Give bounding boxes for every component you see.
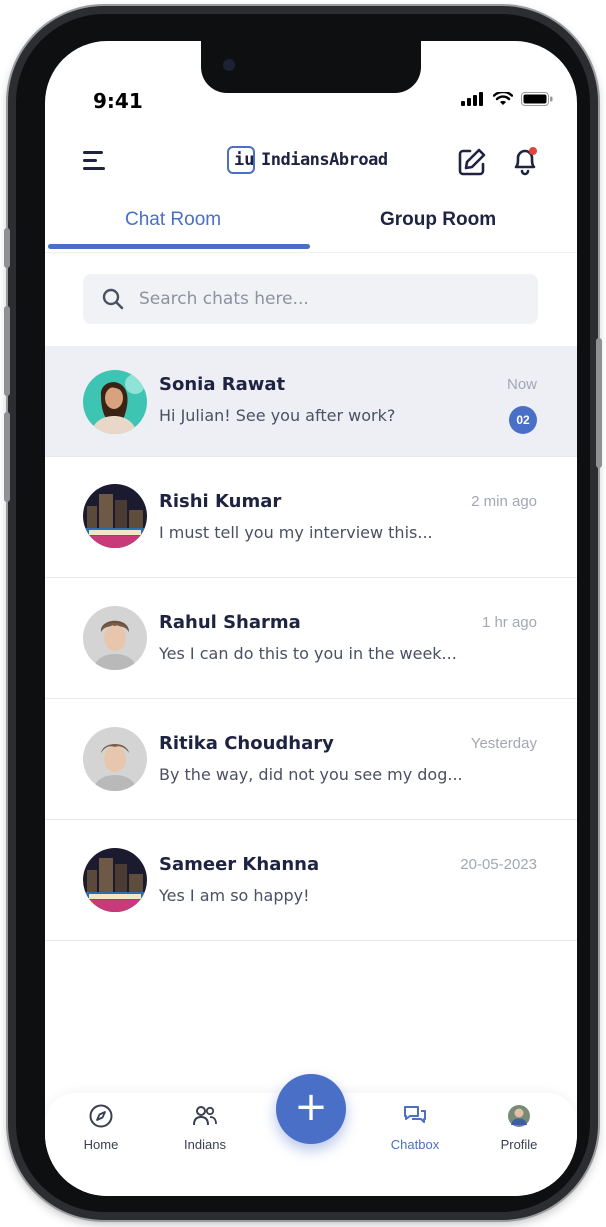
new-chat-button[interactable]: + — [276, 1074, 346, 1144]
chat-bubbles-icon — [404, 1106, 426, 1123]
people-icon — [193, 1106, 217, 1126]
chat-preview: Yes I can do this to you in the week... — [159, 644, 457, 663]
chat-time: Now — [506, 376, 537, 393]
chat-time: 1 hr ago — [481, 614, 537, 631]
compose-icon[interactable] — [457, 147, 487, 177]
profile-avatar-icon — [508, 1105, 530, 1127]
chat-list: Sonia Rawat Hi Julian! See you after wor… — [45, 346, 577, 941]
nav-home[interactable]: Home — [61, 1103, 141, 1152]
tab-chat-room[interactable]: Chat Room — [125, 209, 221, 231]
plus-icon: + — [294, 1084, 328, 1130]
app-logo: iu IndiansAbroad — [227, 146, 388, 174]
silent-switch — [4, 228, 10, 268]
nav-profile[interactable]: Profile — [479, 1103, 559, 1152]
avatar — [83, 727, 147, 791]
status-time: 9:41 — [93, 89, 143, 113]
chat-name: Sonia Rawat — [159, 374, 286, 395]
battery-icon — [521, 92, 553, 106]
chat-row[interactable]: Ritika Choudhary By the way, did not you… — [45, 699, 577, 820]
nav-label: Profile — [500, 1137, 538, 1152]
active-tab-indicator — [48, 244, 310, 249]
chat-name: Rishi Kumar — [159, 491, 282, 512]
chat-time: 2 min ago — [471, 493, 537, 510]
chat-time: Yesterday — [470, 735, 537, 752]
chat-row[interactable]: Rishi Kumar I must tell you my interview… — [45, 457, 577, 578]
status-icons — [461, 92, 553, 106]
chat-preview: By the way, did not you see my dog... — [159, 765, 463, 784]
chat-name: Rahul Sharma — [159, 612, 301, 633]
nav-indians[interactable]: Indians — [165, 1103, 245, 1152]
chat-row[interactable]: Sameer Khanna Yes I am so happy! 20-05-2… — [45, 820, 577, 941]
logo-glyph: iu — [234, 150, 255, 170]
search-icon — [102, 288, 124, 310]
chat-name: Ritika Choudhary — [159, 733, 334, 754]
app-name: IndiansAbroad — [261, 150, 388, 170]
tab-group-room[interactable]: Group Room — [380, 209, 496, 231]
front-camera — [223, 59, 235, 71]
nav-chatbox[interactable]: Chatbox — [375, 1103, 455, 1152]
menu-icon[interactable] — [83, 151, 107, 173]
notification-dot — [529, 147, 537, 155]
volume-up-button — [4, 306, 10, 396]
cellular-signal-icon — [461, 92, 483, 106]
nav-label: Chatbox — [390, 1137, 440, 1152]
power-button — [596, 338, 602, 468]
nav-label: Indians — [184, 1137, 226, 1152]
search-input[interactable] — [139, 274, 519, 324]
nav-label: Home — [83, 1137, 119, 1152]
volume-down-button — [4, 412, 10, 502]
chat-preview: I must tell you my interview this... — [159, 523, 433, 542]
avatar — [83, 370, 147, 434]
avatar — [83, 848, 147, 912]
chat-name: Sameer Khanna — [159, 854, 320, 875]
unread-badge: 02 — [509, 406, 537, 434]
chat-preview: Yes I am so happy! — [159, 886, 310, 905]
logo-mark: iu — [227, 146, 255, 174]
compass-icon — [89, 1104, 113, 1128]
avatar — [83, 606, 147, 670]
notch — [201, 41, 421, 93]
notification-bell-icon[interactable] — [509, 145, 541, 177]
room-tabs: Chat Room Group Room — [45, 201, 577, 253]
app-bar: iu IndiansAbroad — [45, 141, 577, 185]
search-bar — [83, 274, 538, 324]
chat-row[interactable]: Rahul Sharma Yes I can do this to you in… — [45, 578, 577, 699]
chat-time: 20-05-2023 — [460, 856, 537, 873]
phone-frame: 9:41 iu IndiansAbroad Chat Room Group Ro… — [4, 6, 602, 1220]
chat-row[interactable]: Sonia Rawat Hi Julian! See you after wor… — [45, 346, 577, 457]
chat-preview: Hi Julian! See you after work? — [159, 406, 396, 425]
wifi-icon — [493, 92, 513, 105]
screen: 9:41 iu IndiansAbroad Chat Room Group Ro… — [45, 41, 577, 1196]
avatar — [83, 484, 147, 548]
